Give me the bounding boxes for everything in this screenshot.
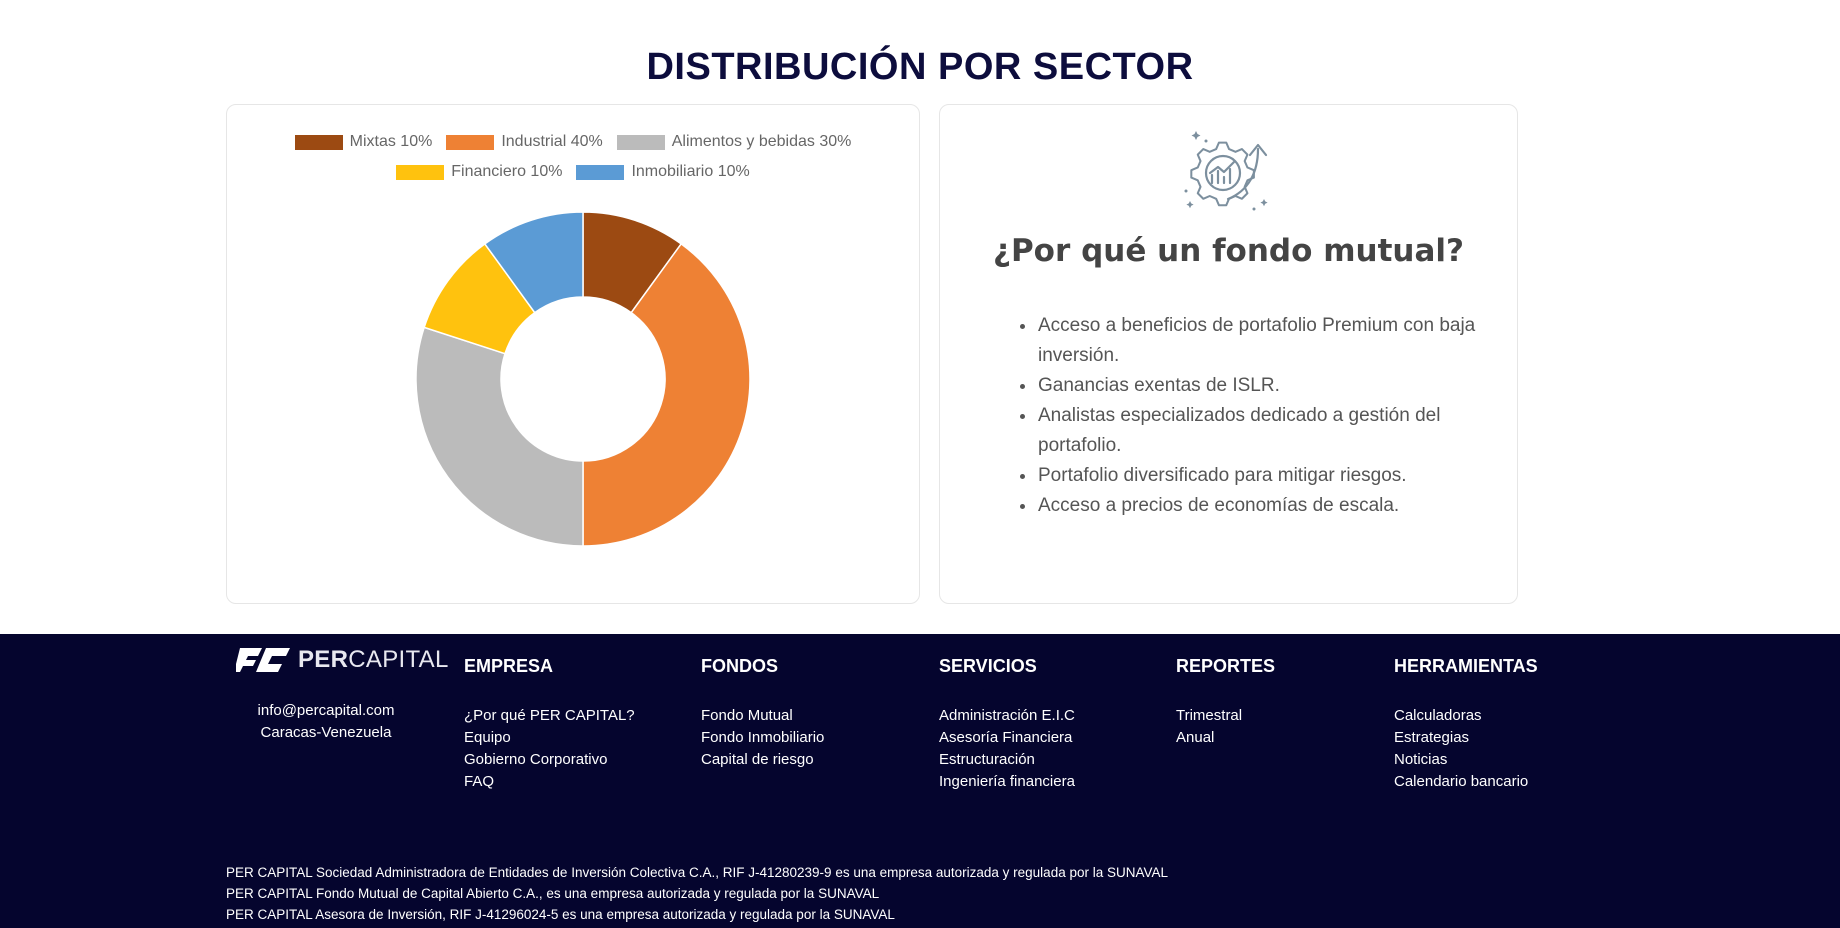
list-item: Analistas especializados dedicado a gest…	[1016, 401, 1476, 461]
footer-link[interactable]: Calendario bancario	[1394, 773, 1528, 790]
legal-notice: PER CAPITAL Sociedad Administradora de E…	[226, 862, 1168, 925]
donut-slice[interactable]	[415, 326, 584, 547]
footer-link[interactable]: FAQ	[464, 773, 494, 790]
footer-link[interactable]: Noticias	[1394, 751, 1447, 768]
section-title: DISTRIBUCIÓN POR SECTOR	[646, 46, 1194, 88]
footer-column-title: EMPRESA	[464, 656, 554, 676]
footer-link[interactable]: Estrategias	[1394, 729, 1469, 746]
sector-chart-card: Mixtas 10% Industrial 40% Alimentos y bebi…	[226, 104, 920, 604]
footer-link[interactable]: Equipo	[464, 729, 511, 746]
list-item: Ganancias exentas de ISLR.	[1016, 371, 1476, 401]
sector-donut-chart	[415, 211, 751, 547]
footer-link[interactable]: Fondo Mutual	[701, 707, 793, 724]
footer-link[interactable]: Trimestral	[1176, 707, 1242, 724]
footer-link[interactable]: Estructuración	[939, 751, 1035, 768]
footer-column-title: SERVICIOS	[939, 656, 1037, 676]
footer-link[interactable]: Capital de riesgo	[701, 751, 814, 768]
footer-column-fondos: FONDOS Fondo Mutual Fondo Inmobiliario C…	[701, 656, 824, 771]
why-mutual-fund-card: ¿Por qué un fondo mutual? Acceso a benef…	[939, 104, 1518, 604]
why-benefits-list: Acceso a beneficios de portafolio Premiu…	[1016, 311, 1476, 521]
footer-column-title: HERRAMIENTAS	[1394, 656, 1538, 676]
legal-line: PER CAPITAL Fondo Mutual de Capital Abie…	[226, 886, 880, 901]
footer-location: Caracas-Venezuela	[260, 724, 392, 741]
logo-text: PERCAPITAL	[298, 646, 449, 673]
growth-gear-chart-icon	[1184, 131, 1268, 211]
percapital-logo-mark-icon	[236, 648, 290, 672]
footer-link[interactable]: Anual	[1176, 729, 1214, 746]
footer-link[interactable]: Asesoría Financiera	[939, 729, 1072, 746]
footer-contact: info@percapital.com Caracas-Venezuela	[236, 700, 416, 744]
percapital-logo[interactable]: PERCAPITAL	[236, 646, 449, 674]
footer-column-reportes: REPORTES Trimestral Anual	[1176, 656, 1275, 749]
footer-link[interactable]: Ingeniería financiera	[939, 773, 1075, 790]
footer-link[interactable]: Administración E.I.C	[939, 707, 1075, 724]
footer-column-herramientas: HERRAMIENTAS Calculadoras Estrategias No…	[1394, 656, 1538, 793]
footer-column-title: FONDOS	[701, 656, 779, 676]
footer-link[interactable]: Gobierno Corporativo	[464, 751, 607, 768]
list-item: Acceso a beneficios de portafolio Premiu…	[1016, 311, 1476, 371]
footer-email[interactable]: info@percapital.com	[236, 700, 416, 722]
list-item: Acceso a precios de economías de escala.	[1016, 491, 1476, 521]
footer-link[interactable]: Fondo Inmobiliario	[701, 729, 824, 746]
footer-link[interactable]: ¿Por qué PER CAPITAL?	[464, 707, 635, 724]
list-item: Portafolio diversificado para mitigar ri…	[1016, 461, 1476, 491]
footer-column-servicios: SERVICIOS Administración E.I.C Asesoría …	[939, 656, 1075, 793]
legal-line: PER CAPITAL Sociedad Administradora de E…	[226, 865, 1169, 880]
legal-line: PER CAPITAL Asesora de Inversión, RIF J-…	[226, 907, 895, 922]
why-title: ¿Por qué un fondo mutual?	[992, 233, 1464, 269]
footer-column-empresa: EMPRESA ¿Por qué PER CAPITAL? Equipo Gob…	[464, 656, 635, 793]
footer-link[interactable]: Calculadoras	[1394, 707, 1482, 724]
footer-column-title: REPORTES	[1176, 656, 1276, 676]
site-footer: PERCAPITAL info@percapital.com Caracas-V…	[0, 634, 1840, 928]
